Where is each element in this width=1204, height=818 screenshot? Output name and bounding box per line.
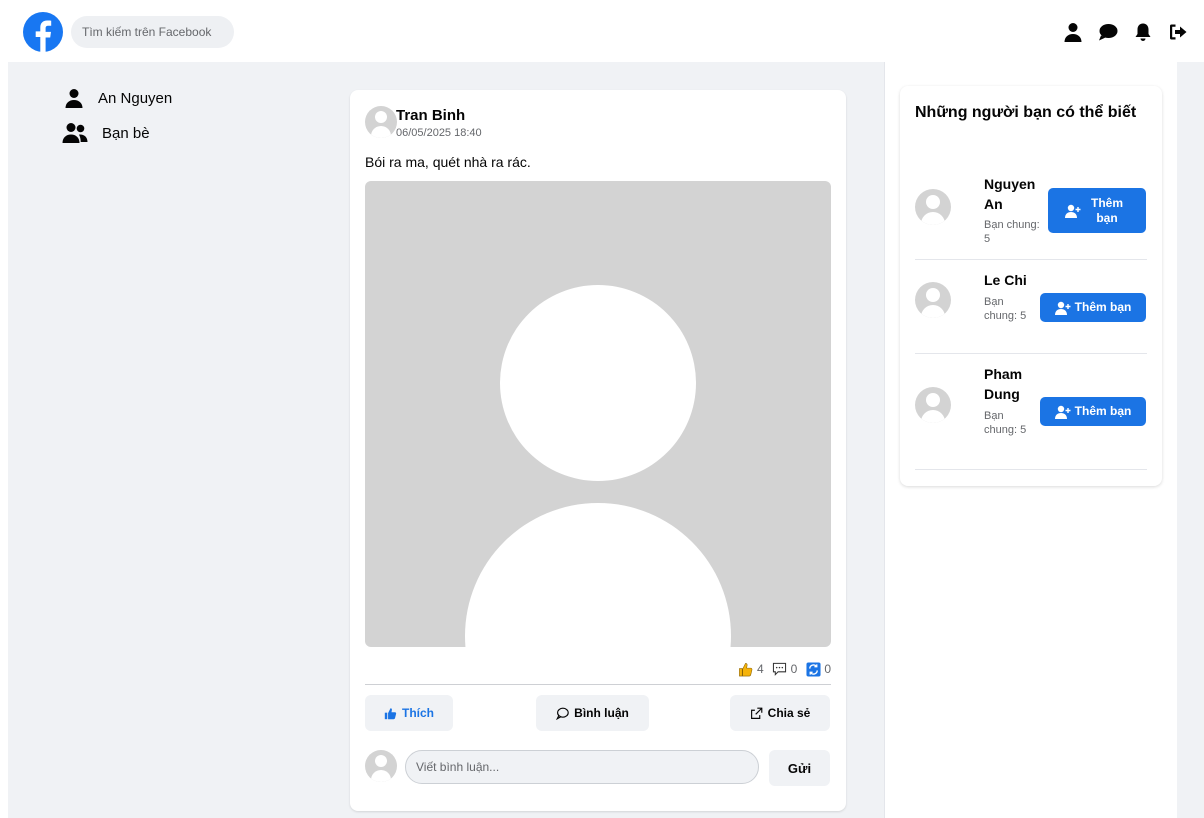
share-button[interactable]: Chia sẻ — [730, 695, 830, 731]
add-friend-label: Thêm bạn — [1074, 404, 1132, 418]
sidebar-item-profile[interactable]: An Nguyen — [56, 88, 172, 108]
add-friend-label: Thêm bạn — [1090, 195, 1123, 225]
commenter-avatar — [365, 750, 397, 782]
share-count: 0 — [824, 662, 831, 676]
bell-icon[interactable] — [1131, 20, 1155, 44]
post-author[interactable]: Tran Binh — [396, 107, 465, 124]
comment-label: Bình luận — [574, 706, 629, 720]
suggestion-item: Le Chi Bạn chung: 5 Thêm bạn — [915, 260, 1147, 354]
comment-button[interactable]: Bình luận — [536, 695, 649, 731]
like-label: Thích — [402, 706, 434, 720]
logout-icon[interactable] — [1166, 20, 1190, 44]
mutual-friends: Bạn chung: 5 — [984, 296, 1027, 322]
scroll-gutter — [1177, 62, 1204, 818]
add-friend-button[interactable]: Thêm bạn — [1040, 293, 1146, 322]
share-icon — [750, 707, 763, 719]
profile-icon[interactable] — [1061, 20, 1085, 44]
thumbs-up-icon — [384, 707, 397, 719]
friends-icon — [62, 123, 88, 143]
suggestion-avatar[interactable] — [915, 282, 951, 318]
friend-suggestions-panel: Những người bạn có thể biết Nguyen An Bạ… — [900, 86, 1162, 486]
suggestion-item: Nguyen An Bạn chung: 5 Thêm bạn — [915, 172, 1147, 260]
post-timestamp: 06/05/2025 18:40 — [396, 127, 482, 139]
add-user-icon — [1065, 204, 1081, 218]
header-actions — [1050, 20, 1190, 44]
add-user-icon — [1054, 405, 1071, 419]
add-friend-button[interactable]: Thêm bạn — [1040, 397, 1146, 426]
sidebar-item-friends[interactable]: Bạn bè — [56, 122, 150, 144]
share-label: Chia sẻ — [767, 706, 811, 720]
suggestion-name[interactable]: Le Chi — [984, 270, 1044, 290]
top-navbar — [0, 0, 1204, 62]
sidebar-item-label: An Nguyen — [98, 89, 173, 107]
messenger-icon[interactable] — [1096, 20, 1120, 44]
facebook-logo-icon[interactable] — [23, 12, 63, 52]
speech-bubble-icon — [556, 707, 569, 720]
suggestion-name[interactable]: Nguyen An — [984, 174, 1044, 214]
share-count-icon — [805, 661, 821, 677]
send-comment-button[interactable]: Gửi — [769, 750, 830, 786]
suggestions-title: Những người bạn có thể biết — [915, 104, 1137, 121]
suggestion-avatar[interactable] — [915, 387, 951, 423]
post-image[interactable] — [365, 181, 831, 647]
add-user-icon — [1054, 301, 1071, 315]
stats-divider — [365, 684, 831, 685]
post-stats: 4 0 0 — [738, 661, 831, 677]
sidebar-item-label: Bạn bè — [102, 124, 150, 142]
author-avatar[interactable] — [365, 106, 397, 138]
suggestion-avatar[interactable] — [915, 189, 951, 225]
comment-icon — [772, 661, 788, 677]
suggestion-name[interactable]: Pham Dung — [984, 364, 1034, 404]
mutual-friends: Bạn chung: 5 — [984, 219, 1040, 245]
post-text: Bói ra ma, quét nhà ra rác. — [365, 154, 531, 170]
like-button[interactable]: Thích — [365, 695, 453, 731]
post-card: Tran Binh 06/05/2025 18:40 Bói ra ma, qu… — [350, 90, 846, 811]
suggestion-item: Pham Dung Bạn chung: 5 Thêm bạn — [915, 354, 1147, 470]
like-count: 4 — [756, 662, 764, 676]
comment-input[interactable] — [405, 750, 759, 784]
placeholder-head — [500, 285, 696, 481]
add-friend-label: Thêm bạn — [1074, 300, 1132, 314]
search-input[interactable] — [71, 16, 234, 48]
mutual-friends: Bạn chung: 5 — [984, 410, 1027, 436]
placeholder-body — [465, 503, 731, 647]
comment-count: 0 — [790, 662, 798, 676]
add-friend-button[interactable]: Thêm bạn — [1048, 188, 1146, 233]
thumbs-up-icon — [738, 661, 754, 677]
user-icon — [65, 89, 83, 108]
